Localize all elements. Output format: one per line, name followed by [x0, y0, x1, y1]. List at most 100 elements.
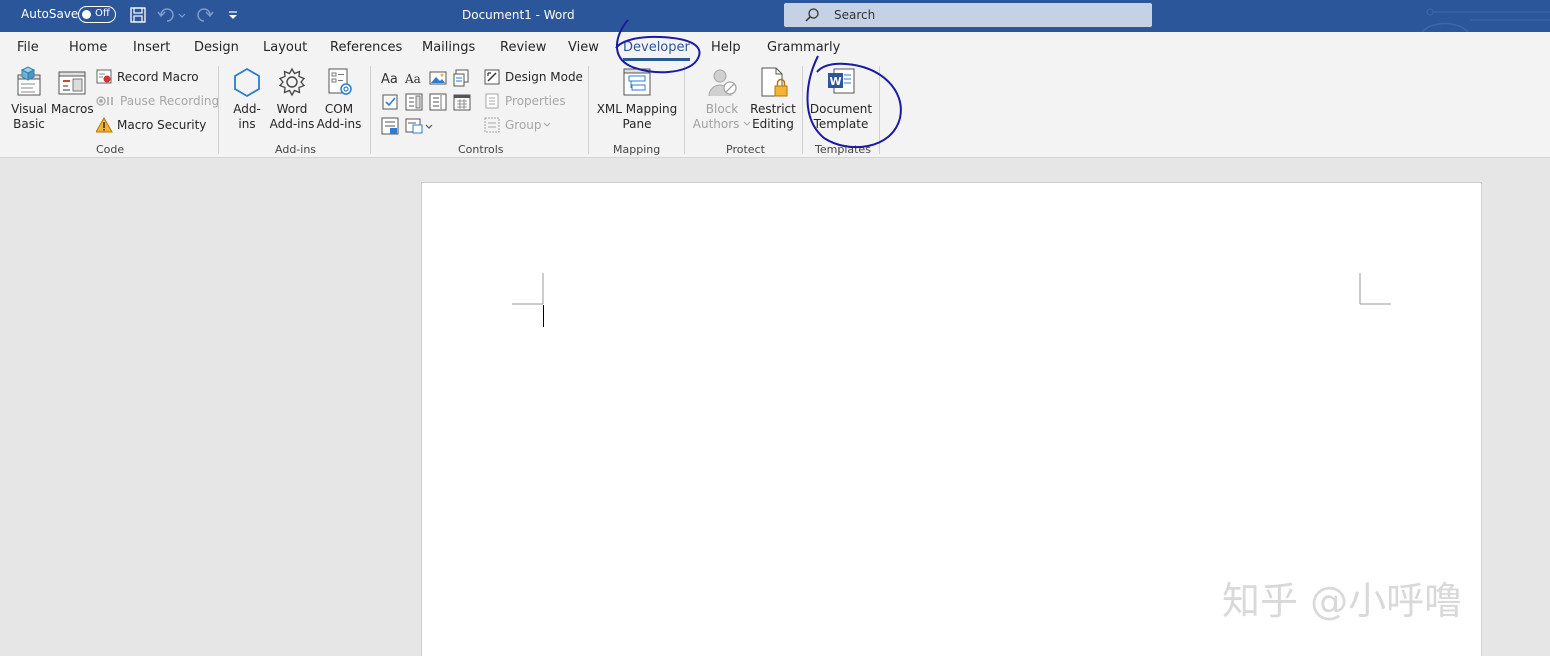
repeating-section-control-icon[interactable] [381, 117, 399, 135]
design-mode-label: Design Mode [505, 70, 583, 84]
tab-view[interactable]: View [568, 40, 599, 55]
building-block-control-icon[interactable] [453, 69, 471, 87]
search-placeholder: Search [834, 8, 876, 22]
document-template-button[interactable]: W Document Template [808, 66, 874, 132]
redo-icon[interactable] [195, 6, 215, 24]
design-mode-button[interactable]: Design Mode [484, 69, 583, 85]
tab-home[interactable]: Home [69, 40, 107, 55]
date-picker-control-icon[interactable] [453, 93, 471, 111]
group-icon [484, 117, 500, 133]
record-macro-icon [96, 69, 112, 84]
restrict-editing-lock-icon [761, 67, 788, 97]
group-separator [370, 66, 371, 154]
xml-mapping-label-2: Pane [622, 117, 652, 131]
addins-hexagon-icon [234, 67, 260, 98]
pause-recording-button[interactable]: Pause Recording [96, 93, 219, 109]
macros-icon [58, 71, 86, 95]
visual-basic-label-2: Basic [13, 117, 45, 131]
addins-group-label: Add-ins [275, 143, 317, 156]
tab-grammarly[interactable]: Grammarly [767, 40, 840, 55]
protect-group-label: Protect [726, 143, 765, 156]
code-group-label: Code [96, 143, 125, 156]
save-icon[interactable] [129, 6, 147, 24]
group-separator [879, 66, 880, 154]
record-macro-button[interactable]: Record Macro [96, 69, 199, 85]
rich-text-control-icon[interactable]: Aa [381, 69, 399, 87]
restrict-editing-button[interactable]: Restrict Editing [748, 66, 798, 132]
visual-basic-label-1: Visual [11, 102, 47, 116]
chevron-down-icon [543, 122, 550, 127]
tab-developer[interactable]: Developer [623, 40, 690, 61]
macro-security-label: Macro Security [117, 118, 207, 132]
text-cursor [543, 305, 544, 327]
restrict-editing-label-2: Editing [752, 117, 794, 131]
checkbox-control-icon[interactable] [381, 93, 399, 111]
com-addins-label-2: Add-ins [316, 117, 362, 131]
group-label: Group [505, 118, 542, 132]
tab-help[interactable]: Help [711, 40, 741, 55]
search-box[interactable]: Search [784, 3, 1152, 27]
warning-icon [96, 117, 113, 133]
legacy-tools-icon[interactable] [405, 117, 435, 135]
margin-corner-top-left [512, 273, 544, 305]
tab-design[interactable]: Design [194, 40, 239, 55]
document-template-label-2: Template [813, 117, 869, 131]
tab-references[interactable]: References [330, 40, 402, 55]
combo-box-control-icon[interactable] [405, 93, 423, 111]
ribbon-tabs: File Home Insert Design Layout Reference… [0, 32, 1550, 62]
macros-button[interactable]: Macros [51, 66, 94, 117]
svg-text:Aa: Aa [405, 72, 421, 86]
design-mode-icon [484, 69, 500, 85]
xml-mapping-pane-button[interactable]: XML Mapping Pane [594, 66, 680, 132]
properties-button[interactable]: Properties [484, 93, 566, 109]
tab-mailings[interactable]: Mailings [422, 40, 475, 55]
com-addins-icon [328, 68, 352, 95]
pause-recording-icon [96, 96, 113, 106]
word-addins-button[interactable]: Word Add-ins [268, 66, 316, 132]
gear-icon [278, 67, 306, 97]
xml-mapping-label-1: XML Mapping [596, 102, 678, 116]
group-separator [588, 66, 589, 154]
addins-button[interactable]: Add- ins [228, 66, 266, 132]
group-button[interactable]: Group [484, 117, 556, 133]
group-separator [802, 66, 803, 154]
properties-label: Properties [505, 94, 566, 108]
picture-control-icon[interactable] [429, 69, 447, 87]
block-authors-icon [708, 69, 737, 97]
macro-security-button[interactable]: Macro Security [96, 117, 206, 133]
autosave-toggle[interactable]: Off [78, 6, 116, 23]
group-separator [684, 66, 685, 154]
xml-mapping-icon [623, 68, 651, 96]
com-addins-button[interactable]: COM Add-ins [316, 66, 362, 132]
ribbon: Visual Basic Macros Record Macro Pause R… [0, 62, 1550, 158]
addins-label-1: Add- [233, 102, 261, 116]
tab-layout[interactable]: Layout [263, 40, 307, 55]
document-template-label-1: Document [809, 102, 873, 116]
tab-insert[interactable]: Insert [133, 40, 170, 55]
visual-basic-button[interactable]: Visual Basic [8, 66, 50, 132]
tab-review[interactable]: Review [500, 40, 546, 55]
watermark: 知乎 @小呼噜 [1222, 579, 1463, 623]
toggle-knob [82, 10, 91, 19]
macros-label: Macros [51, 102, 94, 116]
svg-text:Aa: Aa [381, 72, 398, 87]
com-addins-label-1: COM [324, 102, 354, 116]
visual-basic-icon [17, 66, 41, 96]
drop-down-list-control-icon[interactable] [429, 93, 447, 111]
plain-text-control-icon[interactable]: Aa [405, 69, 423, 87]
restrict-editing-label-1: Restrict [750, 102, 796, 116]
title-decoration-icon [1421, 8, 1550, 32]
mapping-group-label: Mapping [613, 143, 661, 156]
group-separator [218, 66, 219, 154]
record-macro-label: Record Macro [117, 70, 199, 84]
word-addins-label-1: Word [276, 102, 308, 116]
tab-file[interactable]: File [17, 40, 39, 55]
block-authors-button[interactable]: Block Authors [692, 66, 752, 132]
pause-recording-label: Pause Recording [120, 94, 220, 108]
properties-icon [485, 93, 499, 109]
customize-quick-access-icon[interactable] [226, 6, 240, 24]
undo-icon[interactable] [157, 6, 187, 24]
block-authors-label-1: Block [705, 102, 739, 116]
addins-label-2: ins [238, 117, 256, 131]
block-authors-label-2: Authors [692, 117, 740, 131]
